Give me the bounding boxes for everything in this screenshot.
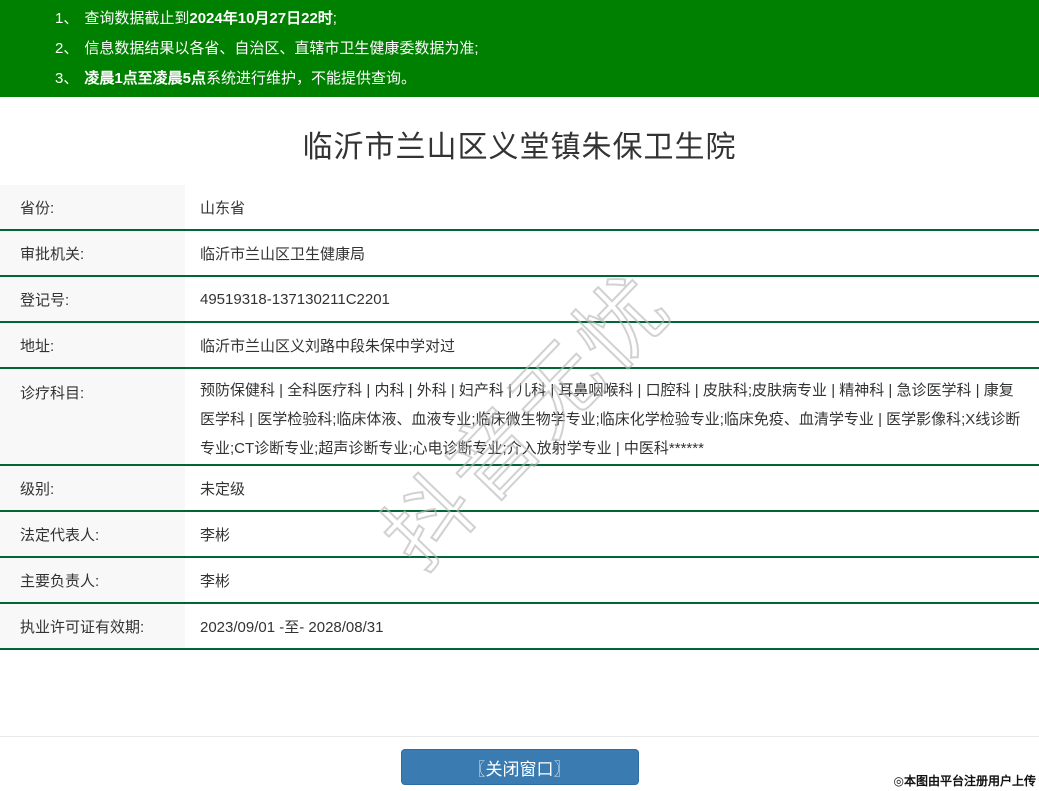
notice-number: 3、	[55, 70, 79, 87]
notice-text: 查询数据截止到	[84, 10, 190, 27]
notice-banner: 1、 查询数据截止到2024年10月27日22时; 2、 信息数据结果以各省、自治区…	[0, 0, 1039, 97]
notice-text-bold: 2024年10月27日22时	[189, 10, 333, 27]
row-label: 地址:	[0, 323, 185, 367]
notice-text: ;	[332, 10, 337, 27]
row-label: 级别:	[0, 466, 185, 510]
row-value: 临沂市兰山区义刘路中段朱保中学对过	[200, 337, 456, 355]
notice-text: 系统进行维护，不能提供查询。	[206, 70, 417, 87]
table-row-approval-authority: 审批机关: 临沂市兰山区卫生健康局	[0, 231, 1039, 277]
table-row-treatment-subjects: 诊疗科目: 预防保健科 | 全科医疗科 | 内科 | 外科 | 妇产科 | 儿科…	[0, 369, 1039, 466]
row-label: 执业许可证有效期:	[0, 604, 185, 648]
footer-divider	[0, 736, 1039, 737]
row-label: 省份:	[0, 185, 185, 229]
row-value: 2023/09/01 -至- 2028/08/31	[200, 618, 384, 636]
row-label: 法定代表人:	[0, 512, 185, 556]
notice-line-1: 1、 查询数据截止到2024年10月27日22时;	[55, 4, 1019, 34]
row-value: 未定级	[200, 480, 246, 498]
table-row-legal-representative: 法定代表人: 李彬	[0, 512, 1039, 558]
page-title: 临沂市兰山区义堂镇朱保卫生院	[302, 131, 737, 164]
row-value: 山东省	[200, 199, 246, 217]
table-row-license-validity: 执业许可证有效期: 2023/09/01 -至- 2028/08/31	[0, 604, 1039, 650]
table-row-level: 级别: 未定级	[0, 466, 1039, 512]
notice-number: 1、	[55, 10, 79, 27]
table-row-address: 地址: 临沂市兰山区义刘路中段朱保中学对过	[0, 323, 1039, 369]
row-value: 预防保健科 | 全科医疗科 | 内科 | 外科 | 妇产科 | 儿科 | 耳鼻咽…	[200, 382, 1021, 457]
row-label: 登记号:	[0, 277, 185, 321]
table-row-province: 省份: 山东省	[0, 185, 1039, 231]
notice-line-2: 2、 信息数据结果以各省、自治区、直辖市卫生健康委数据为准;	[55, 34, 1019, 64]
row-value: 李彬	[200, 572, 231, 590]
row-label: 主要负责人:	[0, 558, 185, 602]
copyright-note: ◎本图由平台注册用户上传	[893, 774, 1036, 788]
notice-text-bold: 凌晨1点至凌晨5点	[84, 70, 207, 87]
table-row-registration-number: 登记号: 49519318-137130211C2201	[0, 277, 1039, 323]
row-value: 李彬	[200, 526, 231, 544]
table-row-principal: 主要负责人: 李彬	[0, 558, 1039, 604]
notice-line-3: 3、 凌晨1点至凌晨5点系统进行维护，不能提供查询。	[55, 64, 1019, 94]
notice-text: 信息数据结果以各省、自治区、直辖市卫生健康委数据为准;	[84, 40, 479, 57]
close-window-button[interactable]: 〖关闭窗口〗	[400, 749, 639, 785]
row-label: 审批机关:	[0, 231, 185, 275]
row-value: 49519318-137130211C2201	[200, 290, 390, 308]
info-table: 省份: 山东省 审批机关: 临沂市兰山区卫生健康局 登记号: 49519318-…	[0, 185, 1039, 650]
row-value: 临沂市兰山区卫生健康局	[200, 245, 366, 263]
row-label: 诊疗科目:	[0, 369, 185, 464]
notice-number: 2、	[55, 40, 79, 57]
footer: 〖关闭窗口〗	[0, 749, 1039, 785]
